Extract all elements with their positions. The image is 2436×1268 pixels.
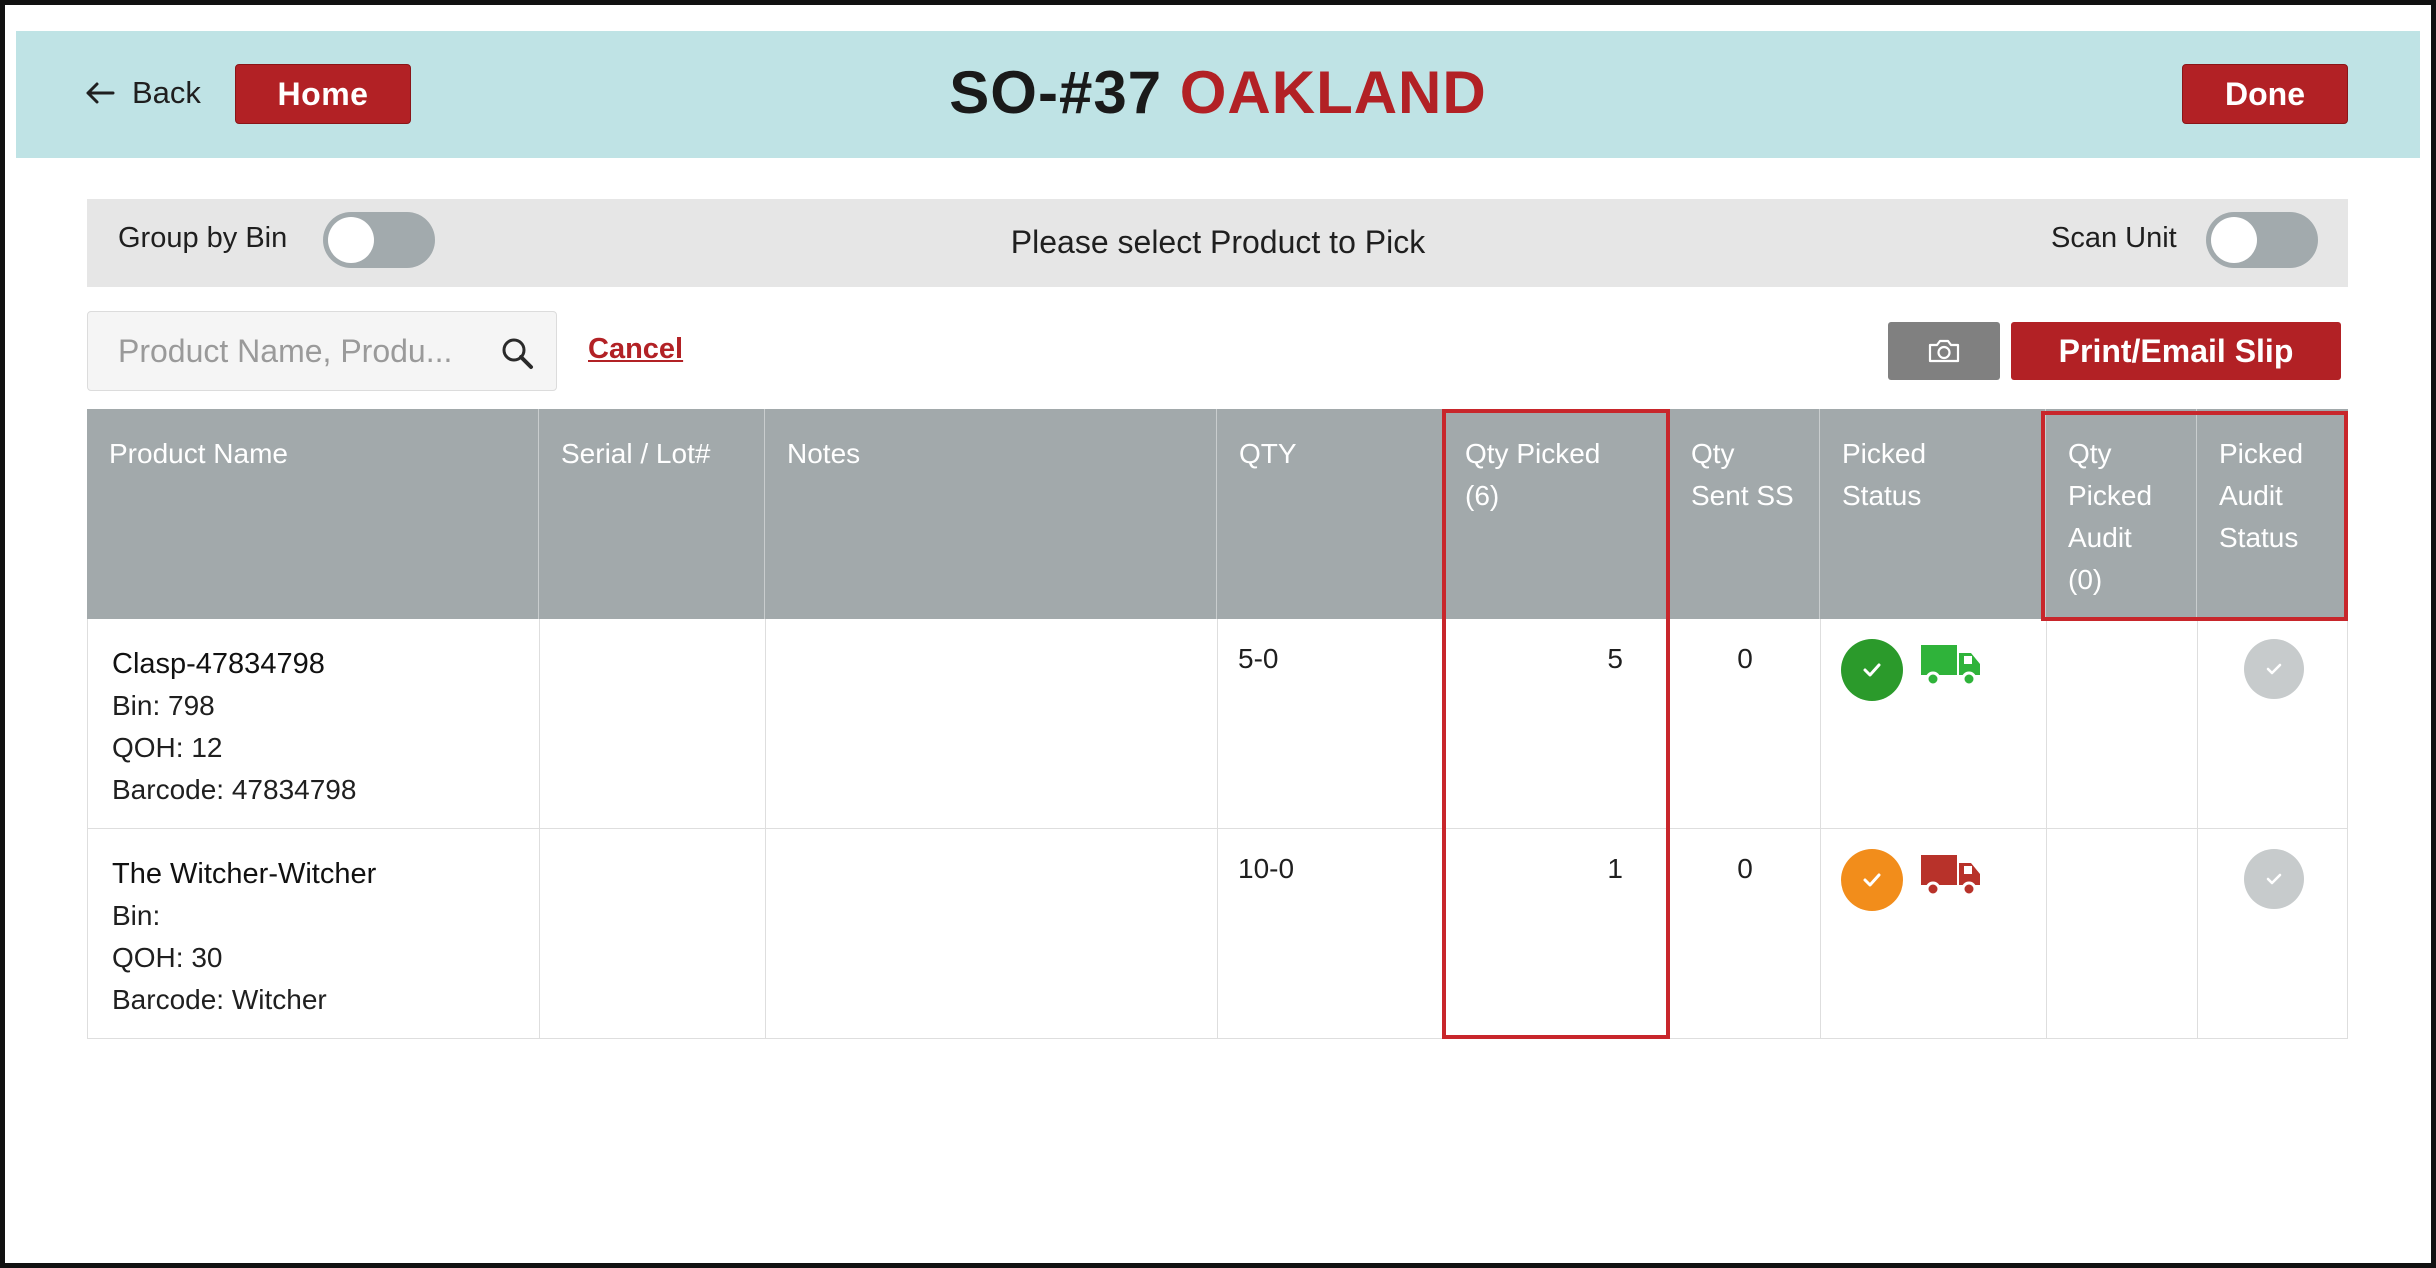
print-email-slip-button[interactable]: Print/Email Slip — [2011, 322, 2341, 380]
search-icon[interactable] — [500, 336, 534, 370]
qty-sent-ss-cell: 0 — [1669, 619, 1820, 828]
scan-unit-toggle[interactable] — [2206, 212, 2318, 268]
group-by-bin-label: Group by Bin — [118, 222, 288, 254]
qty-cell: 5-0 — [1217, 619, 1443, 828]
product-name: The Witcher-Witcher — [112, 858, 377, 890]
header-text: (6) — [1465, 480, 1500, 511]
column-header-product-name[interactable]: Product Name — [87, 409, 538, 619]
column-header-qty-sent-ss[interactable]: Qty Sent SS — [1668, 409, 1819, 619]
product-barcode: Barcode: 47834798 — [112, 774, 357, 805]
picked-audit-status-cell[interactable] — [2197, 619, 2349, 828]
qty-sent-ss-cell: 0 — [1669, 829, 1820, 1038]
product-bin: Bin: 798 — [112, 690, 215, 721]
column-header-qty[interactable]: QTY — [1216, 409, 1442, 619]
serial-lot-cell[interactable] — [539, 829, 765, 1038]
audit-status-check[interactable] — [2243, 639, 2304, 699]
column-header-qty-picked-audit[interactable]: Qty Picked Audit (0) — [2045, 409, 2196, 619]
toggle-knob — [2211, 217, 2257, 263]
header-text: Audit — [2068, 522, 2132, 553]
column-header-picked-audit-status[interactable]: Picked Audit Status — [2196, 409, 2348, 619]
pick-table: Product Name Serial / Lot# Notes QTY Qty… — [87, 409, 2348, 1039]
picked-status-cell[interactable] — [1820, 829, 2046, 1038]
header-text: Serial / Lot# — [561, 438, 711, 469]
qty-picked-audit-cell[interactable] — [2046, 829, 2197, 1038]
check-icon — [1863, 873, 1881, 887]
product-cell[interactable]: Clasp-47834798 Bin: 798 QOH: 12 Barcode:… — [88, 619, 539, 828]
back-button[interactable]: Back — [84, 70, 201, 116]
truck-icon — [1921, 645, 1980, 687]
picked-status-cell[interactable] — [1820, 619, 2046, 828]
notes-cell[interactable] — [765, 619, 1217, 828]
column-header-notes[interactable]: Notes — [764, 409, 1216, 619]
qty-cell: 10-0 — [1217, 829, 1443, 1038]
header-text: Audit — [2219, 480, 2283, 511]
product-cell[interactable]: The Witcher-Witcher Bin: QOH: 30 Barcode… — [88, 829, 539, 1038]
check-icon — [1863, 663, 1881, 677]
truck-icon — [1921, 855, 1980, 897]
header-text: Picked — [1842, 438, 1927, 469]
audit-status-check[interactable] — [2243, 849, 2304, 909]
qty-picked-cell[interactable]: 5 — [1443, 619, 1669, 828]
notes-cell[interactable] — [765, 829, 1217, 1038]
header-text: Status — [2219, 522, 2299, 553]
header-text: Qty Picked — [1465, 438, 1601, 469]
table-row[interactable]: Clasp-47834798 Bin: 798 QOH: 12 Barcode:… — [87, 619, 2348, 829]
column-header-serial-lot[interactable]: Serial / Lot# — [538, 409, 764, 619]
serial-lot-cell[interactable] — [539, 619, 765, 828]
header-text: Sent SS — [1691, 480, 1794, 511]
header-text: Status — [1842, 480, 1922, 511]
scan-unit-label: Scan Unit — [2051, 222, 2177, 254]
qty-picked-audit-cell[interactable] — [2046, 619, 2197, 828]
camera-button[interactable] — [1888, 322, 2000, 380]
product-name: Clasp-47834798 — [112, 648, 325, 680]
column-header-picked-status[interactable]: Picked Status — [1819, 409, 2045, 619]
header-text: Picked — [2219, 438, 2304, 469]
group-by-bin-toggle[interactable] — [323, 212, 435, 268]
toggle-knob — [328, 217, 374, 263]
header-text: (0) — [2068, 564, 2103, 595]
camera-icon — [1928, 339, 1960, 363]
arrow-left-icon — [86, 82, 115, 104]
picked-status-check[interactable] — [1841, 849, 1903, 911]
back-label: Back — [132, 75, 201, 110]
product-bin: Bin: — [112, 900, 161, 931]
picked-audit-status-cell[interactable] — [2197, 829, 2349, 1038]
column-header-qty-picked[interactable]: Qty Picked (6) — [1442, 409, 1668, 619]
header-text: QTY — [1239, 438, 1297, 469]
table-row[interactable]: The Witcher-Witcher Bin: QOH: 30 Barcode… — [87, 829, 2348, 1039]
picked-status-check[interactable] — [1841, 639, 1903, 701]
table-header: Product Name Serial / Lot# Notes QTY Qty… — [87, 409, 2348, 619]
done-button[interactable]: Done — [2182, 64, 2348, 124]
product-search — [87, 311, 557, 391]
qty-picked-cell[interactable]: 1 — [1443, 829, 1669, 1038]
product-qoh: QOH: 12 — [112, 732, 223, 763]
header-text: Qty — [1691, 438, 1735, 469]
header-text: Product Name — [109, 438, 288, 469]
header-text: Notes — [787, 438, 861, 469]
header-text: Qty — [2068, 438, 2112, 469]
cancel-link[interactable]: Cancel — [588, 333, 683, 366]
product-barcode: Barcode: Witcher — [112, 984, 327, 1015]
product-qoh: QOH: 30 — [112, 942, 223, 973]
check-icon — [2266, 873, 2281, 885]
search-input[interactable] — [118, 328, 488, 374]
header-text: Picked — [2068, 480, 2153, 511]
home-button[interactable]: Home — [235, 64, 411, 124]
check-icon — [2266, 663, 2281, 675]
